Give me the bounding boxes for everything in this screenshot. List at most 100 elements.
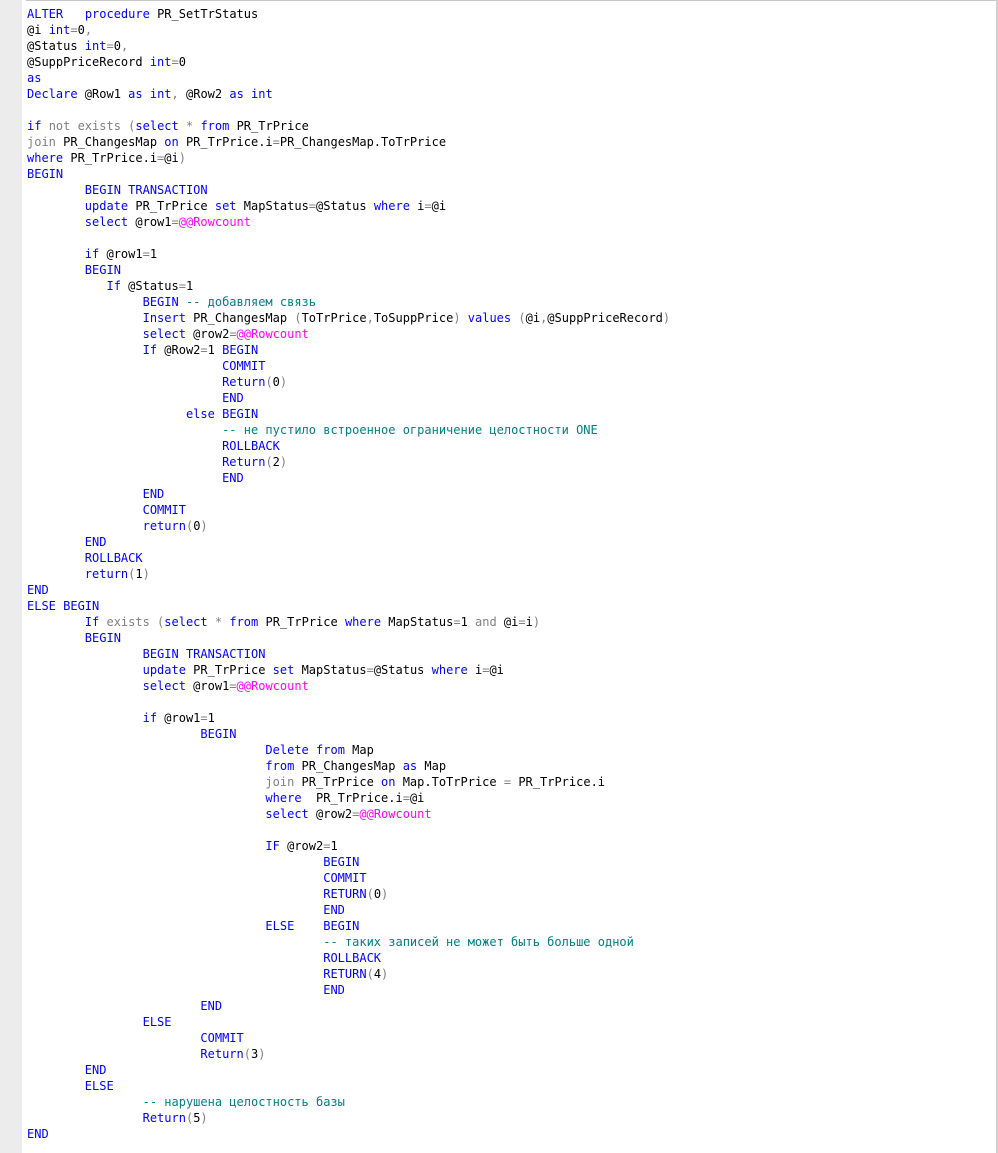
code-line[interactable]: Return(0) — [27, 374, 670, 390]
code-line[interactable]: ELSE BEGIN — [27, 598, 670, 614]
code-line[interactable]: Return(3) — [27, 1046, 670, 1062]
code-line[interactable]: select @row2=@@Rowcount — [27, 806, 670, 822]
code-line[interactable]: where PR_TrPrice.i=@i — [27, 790, 670, 806]
code-token: = — [178, 279, 186, 293]
code-line[interactable]: If exists (select * from PR_TrPrice wher… — [27, 614, 670, 630]
code-line[interactable]: ALTER procedure PR_SetTrStatus — [27, 6, 670, 22]
code-line[interactable]: return(0) — [27, 518, 670, 534]
code-line[interactable]: RETURN(4) — [27, 966, 670, 982]
code-line[interactable]: ROLLBACK — [27, 950, 670, 966]
code-line[interactable]: BEGIN — [27, 166, 670, 182]
code-line[interactable]: BEGIN TRANSACTION — [27, 182, 670, 198]
code-line[interactable]: update PR_TrPrice set MapStatus=@Status … — [27, 198, 670, 214]
code-token: 0 — [113, 39, 121, 53]
code-line[interactable]: COMMIT — [27, 502, 670, 518]
code-line[interactable]: END — [27, 902, 670, 918]
code-line[interactable]: COMMIT — [27, 358, 670, 374]
code-line[interactable]: END — [27, 486, 670, 502]
code-line[interactable]: BEGIN -- добавляем связь — [27, 294, 670, 310]
code-line[interactable]: END — [27, 582, 670, 598]
code-line[interactable]: END — [27, 470, 670, 486]
code-token: = — [366, 663, 374, 677]
code-line[interactable]: Return(5) — [27, 1110, 670, 1126]
code-token: int — [149, 87, 172, 101]
code-line[interactable]: END — [27, 1126, 670, 1142]
code-line[interactable]: if @row1=1 — [27, 710, 670, 726]
code-token: @@Rowcount — [359, 807, 432, 821]
code-line[interactable]: END — [27, 982, 670, 998]
code-line[interactable]: @Status int=0, — [27, 38, 670, 54]
code-line[interactable] — [27, 822, 670, 838]
code-line[interactable]: if @row1=1 — [27, 246, 670, 262]
code-token: BEGIN — [84, 631, 121, 645]
code-line[interactable]: select @row1=@@Rowcount — [27, 214, 670, 230]
code-line[interactable]: update PR_TrPrice set MapStatus=@Status … — [27, 662, 670, 678]
code-line[interactable]: @i int=0, — [27, 22, 670, 38]
code-line[interactable]: BEGIN TRANSACTION — [27, 646, 670, 662]
code-line[interactable]: ELSE — [27, 1078, 670, 1094]
code-line[interactable]: BEGIN — [27, 630, 670, 646]
code-line[interactable]: select @row1=@@Rowcount — [27, 678, 670, 694]
code-line[interactable]: BEGIN — [27, 262, 670, 278]
code-token: int — [84, 39, 107, 53]
code-line[interactable]: If @Row2=1 BEGIN — [27, 342, 670, 358]
code-line[interactable]: BEGIN — [27, 854, 670, 870]
code-token: i — [467, 663, 483, 677]
code-editor[interactable]: ALTER procedure PR_SetTrStatus @i int=0, @… — [0, 0, 998, 1153]
code-line[interactable]: join PR_TrPrice on Map.ToTrPrice = PR_Tr… — [27, 774, 670, 790]
code-token: BEGIN — [142, 295, 179, 309]
code-line[interactable]: END — [27, 534, 670, 550]
code-line[interactable]: join PR_ChangesMap on PR_TrPrice.i=PR_Ch… — [27, 134, 670, 150]
code-line[interactable]: RETURN(0) — [27, 886, 670, 902]
code-line[interactable]: ELSE — [27, 1014, 670, 1030]
code-line[interactable]: from PR_ChangesMap as Map — [27, 758, 670, 774]
code-token: END — [323, 903, 345, 917]
code-token: @SuppPriceRecord — [27, 55, 150, 69]
code-line[interactable]: END — [27, 390, 670, 406]
code-line[interactable]: ELSE BEGIN — [27, 918, 670, 934]
code-line[interactable]: as — [27, 70, 670, 86]
code-line[interactable]: Return(2) — [27, 454, 670, 470]
code-token: RETURN — [323, 967, 367, 981]
code-token: @i — [496, 615, 519, 629]
code-line[interactable]: Declare @Row1 as int, @Row2 as int — [27, 86, 670, 102]
code-token: on — [381, 775, 396, 789]
code-line[interactable]: @SuppPriceRecord int=0 — [27, 54, 670, 70]
code-line[interactable]: -- таких записей не может быть больше од… — [27, 934, 670, 950]
code-token: , — [171, 87, 179, 101]
code-line[interactable]: COMMIT — [27, 1030, 670, 1046]
code-line[interactable] — [27, 102, 670, 118]
code-line[interactable]: return(1) — [27, 566, 670, 582]
code-token: 1 — [330, 839, 338, 853]
code-line[interactable]: -- нарушена целостность базы — [27, 1094, 670, 1110]
code-line[interactable]: COMMIT — [27, 870, 670, 886]
code-line[interactable]: BEGIN — [27, 726, 670, 742]
sql-code-text[interactable]: ALTER procedure PR_SetTrStatus @i int=0, @… — [27, 6, 670, 1142]
code-line[interactable]: select @row2=@@Rowcount — [27, 326, 670, 342]
code-token: @Row2 — [157, 343, 201, 357]
code-line[interactable]: Delete from Map — [27, 742, 670, 758]
code-line[interactable] — [27, 694, 670, 710]
code-token: 1 — [185, 279, 194, 293]
code-line[interactable]: where PR_TrPrice.i=@i) — [27, 150, 670, 166]
code-line[interactable]: END — [27, 1062, 670, 1078]
code-line[interactable]: Insert PR_ChangesMap (ToTrPrice,ToSuppPr… — [27, 310, 671, 326]
code-line[interactable]: ROLLBACK — [27, 438, 670, 454]
code-line[interactable]: IF @row2=1 — [27, 838, 670, 854]
code-line[interactable]: if not exists (select * from PR_TrPrice — [27, 118, 670, 134]
code-token: values — [467, 311, 512, 325]
code-line[interactable]: else BEGIN — [27, 406, 670, 422]
code-line[interactable]: END — [27, 998, 670, 1014]
code-line[interactable]: If @Status=1 — [27, 278, 670, 294]
code-line[interactable] — [27, 230, 670, 246]
code-line[interactable]: ROLLBACK — [27, 550, 670, 566]
code-line[interactable]: -- не пустило встроенное ограничение цел… — [27, 422, 670, 438]
code-token: ELSE — [142, 1015, 172, 1029]
